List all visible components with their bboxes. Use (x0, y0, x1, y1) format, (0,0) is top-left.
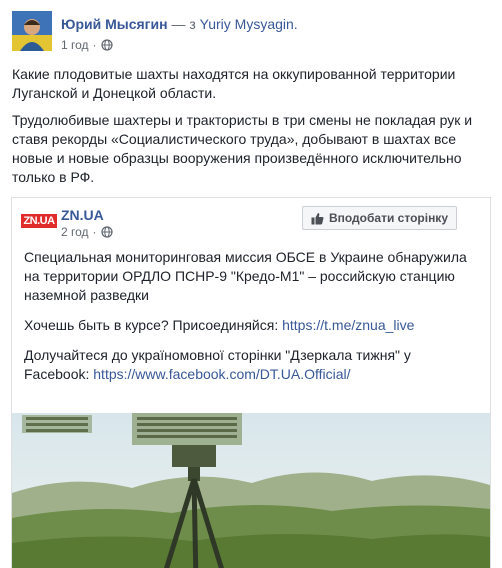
author-name[interactable]: Юрий Мысягин (61, 16, 168, 32)
post-paragraph-2: Трудолюбивые шахтеры и трактористы в три… (12, 112, 473, 185)
facebook-post: Юрий Мысягин — з Yuriy Mysyagin. 1 год ·… (0, 0, 502, 568)
like-page-label: Вподобати сторінку (328, 211, 448, 225)
shared-paragraph-main: Специальная мониторинговая миссия ОБСЕ в… (24, 249, 467, 303)
page-logo[interactable]: ZN.UA (21, 206, 57, 236)
post-meta: 1 год · (61, 38, 113, 52)
join-text: Хочешь быть в курсе? Присоединяйся: (24, 317, 283, 333)
post-timestamp[interactable]: 1 год (61, 38, 89, 52)
author-line: Юрий Мысягин — з Yuriy Mysyagin. (61, 16, 298, 32)
via-name[interactable]: Yuriy Mysyagin. (200, 16, 298, 32)
shared-post-timestamp[interactable]: 2 год (61, 225, 89, 239)
globe-icon[interactable] (100, 226, 113, 238)
radar-station-image (12, 413, 490, 568)
shared-post-meta: 2 год · (61, 225, 113, 239)
shared-post-body: Специальная мониторинговая миссия ОБСЕ в… (24, 248, 474, 395)
shared-paragraph-join: Хочешь быть в курсе? Присоединяйся: http… (24, 316, 474, 335)
meta-dot: · (92, 225, 97, 239)
globe-icon[interactable] (100, 39, 113, 51)
telegram-link[interactable]: https://t.me/znua_live (282, 317, 414, 333)
post-paragraph-1: Какие плодовитые шахты находятся на окку… (12, 66, 456, 101)
like-page-button[interactable]: Вподобати сторінку (301, 206, 457, 230)
page-name[interactable]: ZN.UA (61, 207, 104, 223)
meta-dot: · (92, 38, 97, 52)
facebook-link[interactable]: https://www.facebook.com/DT.UA.Official/ (93, 366, 350, 382)
shared-post-header: ZN.UA ZN.UA 2 год · Вподобати сторінку (12, 198, 490, 248)
via-separator: — з (171, 16, 196, 32)
page-logo-text: ZN.UA (21, 214, 57, 228)
shared-post: ZN.UA ZN.UA 2 год · Вподобати сторінку С… (11, 197, 491, 568)
shared-paragraph-ua: Долучайтеся до україномовної сторінки "Д… (24, 346, 474, 384)
post-body: Какие плодовитые шахты находятся на окку… (12, 65, 490, 195)
author-avatar[interactable] (12, 11, 52, 51)
thumbs-up-icon (311, 212, 324, 225)
shared-post-photo[interactable] (12, 413, 490, 568)
avatar-image (12, 11, 52, 51)
post-header: Юрий Мысягин — з Yuriy Mysyagin. 1 год · (12, 8, 492, 58)
